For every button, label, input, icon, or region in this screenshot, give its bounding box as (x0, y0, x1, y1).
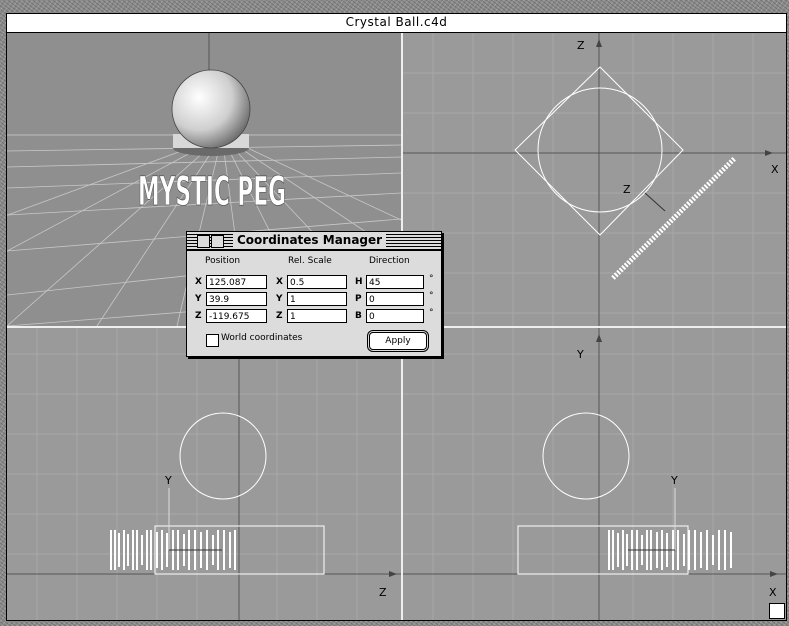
axis-label-x: X (769, 586, 777, 599)
window-title: Crystal Ball.c4d (345, 15, 448, 29)
axis-label-x: X (771, 163, 779, 176)
direction-p-label: P (355, 294, 362, 304)
object-axis-y: Y (670, 474, 678, 487)
position-y-field[interactable]: 39.9 (206, 292, 267, 306)
column-header-rel-scale: Rel. Scale (288, 256, 332, 266)
scale-y-field[interactable]: 1 (287, 292, 347, 306)
direction-p-field[interactable]: 0 (366, 292, 424, 306)
axis-label-z: Z (379, 586, 387, 599)
scale-x-field[interactable]: 0.5 (287, 275, 347, 289)
coordinates-manager-dialog: Coordinates Manager Position Rel. Scale … (186, 231, 442, 357)
direction-b-field[interactable]: 0 (366, 309, 424, 323)
column-header-position: Position (205, 256, 241, 266)
position-x-field[interactable]: 125.087 (206, 275, 267, 289)
degree-unit-h: ° (429, 274, 434, 284)
close-box-icon[interactable] (197, 235, 210, 248)
world-coordinates-checkbox[interactable] (206, 334, 219, 347)
scale-z-label: Z (276, 311, 283, 321)
axis-label-z: Z (577, 39, 585, 52)
position-x-label: X (195, 277, 202, 287)
apply-button[interactable]: Apply (369, 332, 427, 350)
collapse-box-icon[interactable] (211, 235, 224, 248)
direction-h-label: H (355, 277, 363, 287)
position-z-label: Z (195, 311, 202, 321)
axis-label-y: Y (576, 348, 584, 361)
viewport-top[interactable]: Z X Z (403, 33, 786, 326)
direction-h-field[interactable]: 45 (366, 275, 424, 289)
dialog-title: Coordinates Manager (233, 232, 387, 249)
viewport-front[interactable]: Y X Y (403, 328, 786, 620)
degree-unit-p: ° (429, 291, 434, 301)
window-titlebar[interactable]: Crystal Ball.c4d (7, 14, 786, 33)
position-y-label: Y (195, 294, 202, 304)
position-z-field[interactable]: -119.675 (206, 309, 267, 323)
mystic-peg-logo: MYSTIC PEG (138, 169, 286, 215)
window-resize-handle[interactable] (769, 603, 785, 619)
object-axis-z: Z (623, 183, 631, 196)
viewport-side[interactable]: Z Y (7, 328, 401, 620)
scale-x-label: X (276, 277, 283, 287)
object-axis-y: Y (164, 474, 172, 487)
scale-y-label: Y (276, 294, 283, 304)
scale-z-field[interactable]: 1 (287, 309, 347, 323)
dialog-titlebar[interactable]: Coordinates Manager (187, 232, 441, 251)
direction-b-label: B (355, 311, 362, 321)
column-header-direction: Direction (369, 256, 410, 266)
degree-unit-b: ° (429, 308, 434, 318)
world-coordinates-label: World coordinates (221, 333, 303, 343)
